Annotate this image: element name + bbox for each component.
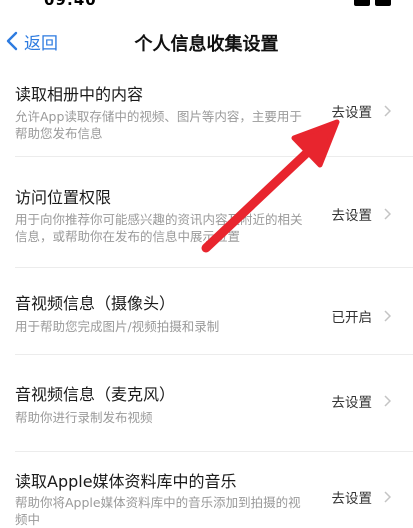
row-description: 帮助你进行录制发布视频 — [15, 410, 153, 425]
row-description: 用于帮助您完成图片/视频拍摄和录制 — [15, 319, 220, 334]
go-settings-button[interactable]: 去设置 — [331, 487, 391, 507]
row-description: 用于向你推荐你可能感兴趣的资讯内容及附近的相关信息，或帮助你在发布的信息中展示位… — [15, 212, 303, 244]
row-apple-music[interactable]: 读取Apple媒体资料库中的音乐 帮助你将Apple媒体资料库中的音乐添加到拍摄… — [0, 452, 413, 527]
row-location[interactable]: 访问位置权限 用于向你推荐你可能感兴趣的资讯内容及附近的相关信息，或帮助你在发布… — [0, 157, 413, 267]
row-title: 读取Apple媒体资料库中的音乐 — [15, 472, 237, 491]
battery-icon — [375, 0, 391, 6]
go-settings-button[interactable]: 去设置 — [331, 204, 391, 224]
chevron-right-icon — [384, 491, 391, 503]
page-title: 个人信息收集设置 — [134, 34, 279, 55]
status-time: 09:40 — [44, 0, 97, 9]
row-title: 访问位置权限 — [15, 188, 112, 207]
signal-icon — [354, 0, 370, 6]
row-action-label: 去设置 — [331, 208, 373, 224]
chevron-right-icon — [384, 105, 391, 117]
row-title: 读取相册中的内容 — [15, 85, 144, 104]
row-description: 帮助你将Apple媒体资料库中的音乐添加到拍摄的视频中 — [15, 495, 301, 527]
row-title: 音视频信息（麦克风） — [15, 385, 176, 404]
row-microphone[interactable]: 音视频信息（麦克风） 帮助你进行录制发布视频 去设置 — [0, 355, 413, 451]
row-action-label: 去设置 — [331, 395, 373, 411]
status-icons — [354, 0, 391, 6]
go-settings-button[interactable]: 去设置 — [331, 391, 391, 411]
row-action-label: 去设置 — [331, 491, 373, 507]
status-bar: 09:40 — [0, 0, 413, 10]
chevron-right-icon — [384, 395, 391, 407]
chevron-right-icon — [384, 310, 391, 322]
enabled-status-button[interactable]: 已开启 — [331, 306, 391, 326]
row-description: 允许App读取存储中的视频、图片等内容，主要用于帮助您发布信息 — [15, 109, 302, 141]
row-action-label: 去设置 — [331, 105, 373, 121]
chevron-right-icon — [384, 208, 391, 220]
row-photo-library[interactable]: 读取相册中的内容 允许App读取存储中的视频、图片等内容，主要用于帮助您发布信息… — [0, 64, 413, 156]
go-settings-button[interactable]: 去设置 — [331, 101, 391, 121]
row-action-label: 已开启 — [331, 310, 373, 326]
navigation-bar: 返回 个人信息收集设置 — [0, 18, 413, 64]
row-camera[interactable]: 音视频信息（摄像头） 用于帮助您完成图片/视频拍摄和录制 已开启 — [0, 268, 413, 354]
row-title: 音视频信息（摄像头） — [15, 294, 176, 313]
